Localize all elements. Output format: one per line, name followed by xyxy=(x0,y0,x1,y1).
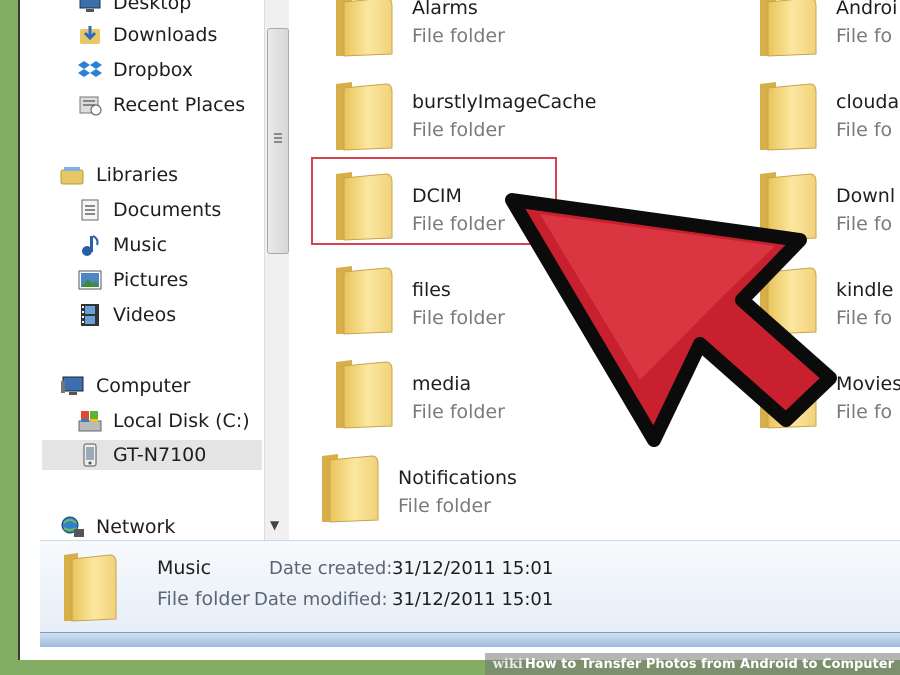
taskbar-strip xyxy=(40,632,900,647)
nav-item-label: Music xyxy=(113,234,168,256)
scroll-down-arrow-icon[interactable]: ▼ xyxy=(270,518,279,532)
folder-name: clouda xyxy=(836,91,900,113)
folder-name: Movies xyxy=(836,373,900,395)
folder-name: kindle xyxy=(836,279,894,301)
folder-tile-kindle[interactable]: kindle File fo xyxy=(754,264,893,336)
nav-item-label: Network xyxy=(96,516,176,538)
nav-item-label: Desktop xyxy=(113,0,192,14)
folder-icon xyxy=(760,82,817,151)
local-disk-icon xyxy=(77,409,103,433)
folder-name: media xyxy=(412,373,472,395)
grip-line xyxy=(274,133,282,135)
folder-type: File folder xyxy=(412,119,505,141)
details-item-type: File folder xyxy=(157,588,250,610)
folder-tile-android[interactable]: Androi File fo xyxy=(754,0,897,58)
date-created-value: 31/12/2011 15:01 xyxy=(392,558,554,579)
nav-item-label: Computer xyxy=(96,375,191,397)
nav-item-label: Dropbox xyxy=(113,59,194,81)
nav-item-videos[interactable]: Videos xyxy=(77,300,176,330)
folder-tile-alarms[interactable]: Alarms File folder xyxy=(330,0,505,58)
date-modified-value: 31/12/2011 15:01 xyxy=(392,589,554,610)
nav-item-documents[interactable]: Documents xyxy=(77,195,221,225)
nav-item-dropbox[interactable]: Dropbox xyxy=(77,55,193,85)
folder-tile-media[interactable]: media File folder xyxy=(330,358,505,430)
grip-line xyxy=(274,137,282,139)
music-icon xyxy=(77,233,103,257)
folder-type: File folder xyxy=(412,307,505,329)
folder-type: File folder xyxy=(398,495,491,517)
details-item-name: Music xyxy=(157,557,212,579)
desktop-icon xyxy=(77,0,103,15)
folder-icon xyxy=(336,82,393,151)
folder-icon xyxy=(336,0,393,57)
nav-item-label: Recent Places xyxy=(113,94,246,116)
folder-tile-cloudagent[interactable]: clouda File fo xyxy=(754,80,899,152)
folder-type: File fo xyxy=(836,213,893,235)
nav-item-local-disk[interactable]: Local Disk (C:) xyxy=(77,406,250,436)
date-modified-label: Date modified: xyxy=(254,589,388,610)
folder-icon xyxy=(336,266,393,335)
nav-item-network[interactable]: Network xyxy=(60,512,175,542)
article-title: How to Transfer Photos from Android to C… xyxy=(524,656,894,672)
folder-icon xyxy=(760,172,817,241)
nav-item-pictures[interactable]: Pictures xyxy=(77,265,188,295)
folder-tile-movies[interactable]: Movies File fo xyxy=(754,358,900,430)
folder-icon xyxy=(336,360,393,429)
nav-item-downloads[interactable]: Downloads xyxy=(77,20,217,50)
dcim-highlight-box xyxy=(311,157,557,245)
nav-item-label: Documents xyxy=(113,199,222,221)
folder-name: Notifications xyxy=(398,467,517,489)
folder-icon xyxy=(760,266,817,335)
nav-item-label: Downloads xyxy=(113,24,218,46)
phone-device-icon xyxy=(77,443,103,467)
folder-tile-files[interactable]: files File folder xyxy=(330,264,505,336)
navigation-pane: Desktop Downloads Dropbox Recent Places … xyxy=(22,0,262,540)
folder-type: File fo xyxy=(836,119,893,141)
folder-icon xyxy=(760,0,817,57)
folder-name: burstlyImageCache xyxy=(412,91,597,113)
nav-item-recent-places[interactable]: Recent Places xyxy=(77,90,245,120)
scrollbar-thumb[interactable] xyxy=(267,28,289,254)
nav-item-gt-n7100[interactable]: GT-N7100 xyxy=(42,440,262,470)
nav-item-label: Videos xyxy=(113,304,177,326)
folder-tile-burstlyimagecache[interactable]: burstlyImageCache File folder xyxy=(330,80,596,152)
folder-tile-notifications[interactable]: Notifications File folder xyxy=(316,452,517,524)
wikihow-credit-banner: wiki How to Transfer Photos from Android… xyxy=(484,653,900,675)
folder-type: File fo xyxy=(836,401,893,423)
nav-item-label: GT-N7100 xyxy=(113,444,207,466)
nav-item-computer[interactable]: Computer xyxy=(60,371,190,401)
libraries-icon xyxy=(60,163,86,187)
folder-icon xyxy=(760,360,817,429)
folder-name: Androi xyxy=(836,0,898,19)
folder-type: File fo xyxy=(836,25,893,47)
nav-item-libraries[interactable]: Libraries xyxy=(60,160,178,190)
date-created-label: Date created: xyxy=(269,558,393,579)
documents-icon xyxy=(77,198,103,222)
nav-item-label: Pictures xyxy=(113,269,189,291)
folder-icon xyxy=(322,454,379,523)
folder-type: File folder xyxy=(412,25,505,47)
wikihow-logo: wiki xyxy=(492,656,523,672)
nav-item-label: Libraries xyxy=(96,164,179,186)
folder-tile-downloads[interactable]: Downl File fo xyxy=(754,170,895,242)
grip-line xyxy=(274,141,282,143)
computer-icon xyxy=(60,374,86,398)
details-pane: Music File folder Date created: 31/12/20… xyxy=(40,540,900,633)
folder-type: File fo xyxy=(836,307,893,329)
pictures-icon xyxy=(77,268,103,292)
network-icon xyxy=(60,515,86,539)
folder-icon xyxy=(64,553,117,622)
folder-name: Alarms xyxy=(412,0,478,19)
nav-item-label: Local Disk (C:) xyxy=(113,410,250,432)
folder-type: File folder xyxy=(412,401,505,423)
folder-name: Downl xyxy=(836,185,896,207)
downloads-icon xyxy=(77,23,103,47)
navigation-scrollbar[interactable]: ▼ xyxy=(264,0,289,540)
videos-icon xyxy=(77,303,103,327)
folder-name: files xyxy=(412,279,451,301)
dropbox-icon xyxy=(77,58,103,82)
nav-item-music[interactable]: Music xyxy=(77,230,167,260)
recent-places-icon xyxy=(77,93,103,117)
nav-item-desktop[interactable]: Desktop xyxy=(77,0,191,18)
